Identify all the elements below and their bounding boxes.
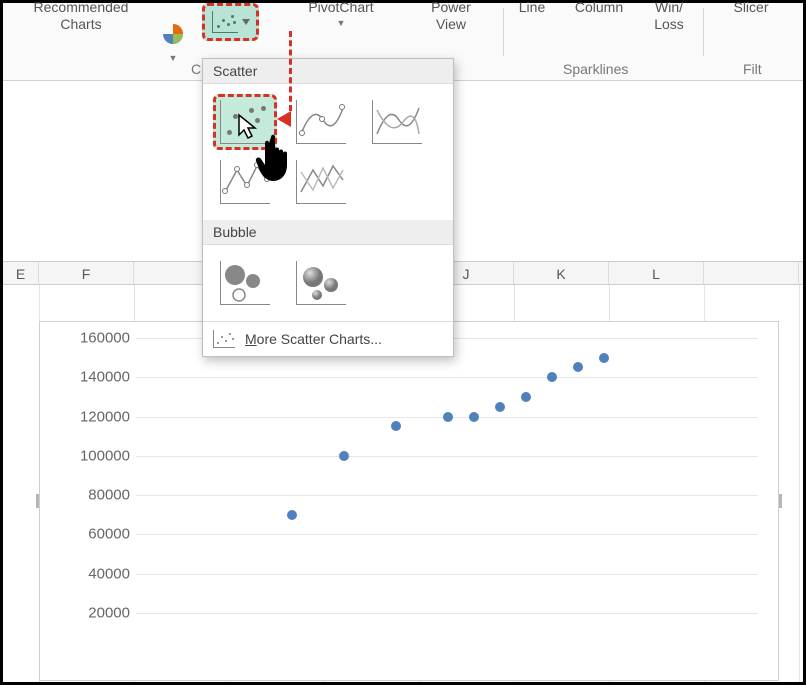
chart-gridline — [136, 534, 758, 535]
chart-data-point — [339, 451, 349, 461]
chart-data-point — [391, 421, 401, 431]
recommended-charts-button[interactable]: Recommended Charts — [11, 0, 151, 33]
chart-ytick-label: 20000 — [60, 604, 130, 621]
more-scatter-label: More Scatter Charts... — [245, 331, 382, 347]
column-header[interactable]: E — [3, 262, 39, 284]
sparkline-line-label: Line — [519, 0, 545, 15]
pivotchart-label: PivotChart — [308, 0, 373, 15]
group-separator — [703, 8, 704, 56]
column-header[interactable]: K — [514, 262, 609, 284]
group-separator — [503, 8, 504, 56]
scatter-icon — [212, 11, 238, 33]
bubble-icon — [220, 261, 270, 305]
resize-handle-left[interactable] — [36, 494, 39, 508]
bubble-3d-icon — [296, 261, 346, 305]
callout-arrow — [289, 31, 292, 111]
scatter-smooth-markers-icon — [296, 100, 346, 144]
sparkline-winloss-button[interactable]: Win/ Loss — [639, 0, 699, 33]
chart-data-point — [495, 402, 505, 412]
scatter-section-header: Scatter — [203, 59, 453, 84]
chart-data-point — [469, 412, 479, 422]
pivotchart-button[interactable]: PivotChart ▼ — [291, 0, 391, 29]
embedded-chart[interactable]: 20000 40000 60000 80000 100000 120000 140000 16… — [39, 321, 779, 681]
sparkline-winloss-label: Win/ Loss — [654, 0, 684, 32]
chart-gridline — [136, 377, 758, 378]
sparkline-column-label: Column — [575, 0, 623, 15]
scatter-smooth-option[interactable] — [365, 94, 429, 150]
sparkline-line-button[interactable]: Line — [507, 0, 557, 16]
chart-ytick-label: 40000 — [60, 565, 130, 582]
slicer-button[interactable]: Slicer — [721, 0, 781, 16]
chart-ytick-label: 160000 — [60, 330, 130, 347]
slicer-label: Slicer — [733, 0, 768, 15]
chart-ytick-label: 140000 — [60, 369, 130, 386]
pie-chart-button[interactable]: ▼ — [153, 21, 193, 64]
column-header[interactable]: L — [609, 262, 704, 284]
chart-ytick-label: 80000 — [60, 487, 130, 504]
sparklines-group-label: Sparklines — [563, 61, 628, 77]
column-header[interactable] — [704, 262, 799, 284]
resize-handle-right[interactable] — [779, 494, 782, 508]
chevron-down-icon — [242, 19, 250, 25]
chart-ytick-label: 60000 — [60, 526, 130, 543]
hand-pointer-icon — [253, 131, 301, 185]
scatter-smooth-icon — [372, 100, 422, 144]
chart-gridline — [136, 495, 758, 496]
more-scatter-charts-button[interactable]: More Scatter Charts... — [203, 321, 453, 356]
chart-data-point — [521, 392, 531, 402]
power-view-label: Power View — [431, 0, 471, 32]
chart-gridline — [136, 613, 758, 614]
pie-icon — [160, 21, 186, 47]
chart-gridline — [136, 456, 758, 457]
column-header[interactable]: F — [39, 262, 134, 284]
bubble-section-header: Bubble — [203, 220, 453, 245]
scatter-chart-dropdown: Scatter — [202, 58, 454, 357]
chart-gridline — [136, 574, 758, 575]
scatter-chart-ribbon-button[interactable] — [202, 3, 259, 41]
chart-data-point — [443, 412, 453, 422]
scatter-mini-icon — [213, 330, 235, 348]
chart-data-point — [573, 362, 583, 372]
sparkline-column-button[interactable]: Column — [563, 0, 635, 16]
chart-ytick-label: 100000 — [60, 447, 130, 464]
power-view-button[interactable]: Power View — [411, 0, 491, 33]
callout-arrow-head — [277, 111, 291, 127]
recommended-charts-label: Recommended Charts — [34, 0, 129, 32]
bubble-3d-option[interactable] — [289, 255, 353, 311]
chart-data-point — [547, 372, 557, 382]
chart-data-point — [287, 510, 297, 520]
bubble-option[interactable] — [213, 255, 277, 311]
scatter-straight-icon — [296, 160, 346, 204]
chart-data-point — [599, 353, 609, 363]
chart-plot-area — [136, 338, 758, 650]
filters-group-label: Filt — [743, 61, 762, 77]
chart-ytick-label: 120000 — [60, 408, 130, 425]
